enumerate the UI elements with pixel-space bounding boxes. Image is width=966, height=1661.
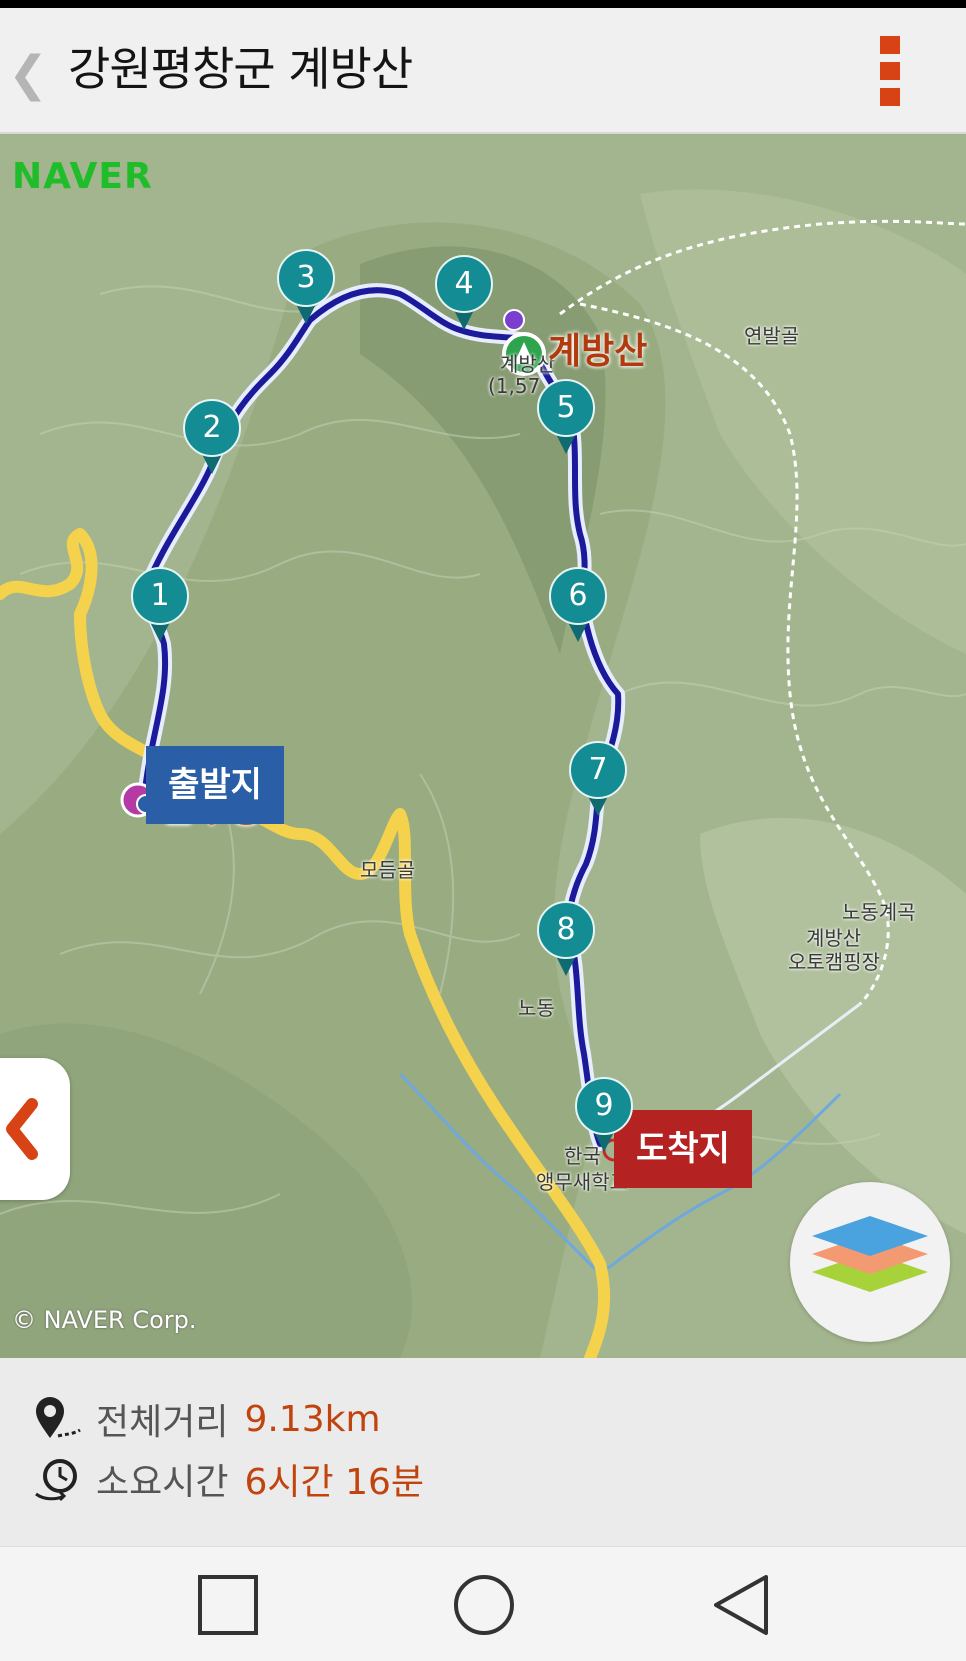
waypoint-number: 6 <box>568 578 588 613</box>
waypoint-number: 3 <box>296 260 316 295</box>
square-icon <box>198 1575 258 1635</box>
waypoint-number: 2 <box>202 410 222 445</box>
waypoint-marker[interactable]: 4 <box>434 254 494 332</box>
waypoint-number: 1 <box>150 578 170 613</box>
peak-sub-label: 계방산 <box>500 352 556 376</box>
waypoint-number: 7 <box>588 752 608 787</box>
status-bar <box>0 0 966 8</box>
recents-button[interactable] <box>196 1573 260 1637</box>
waypoint-marker[interactable]: 5 <box>536 378 596 456</box>
waypoint-marker[interactable]: 6 <box>548 566 608 644</box>
waypoint-marker[interactable]: 2 <box>182 398 242 476</box>
place-label: 계방산 <box>806 926 862 950</box>
distance-row: 전체거리 9.13km <box>30 1394 381 1444</box>
waypoint-marker[interactable]: 9 <box>574 1076 634 1154</box>
place-label: 연발골 <box>744 324 800 348</box>
naver-logo: NAVER <box>12 156 153 197</box>
distance-value: 9.13km <box>244 1398 381 1440</box>
app-header: ❮ 강원평창군 계방산 <box>0 8 966 134</box>
duration-value: 6시간 16분 <box>244 1462 425 1503</box>
more-dot <box>880 88 900 106</box>
peak-name-label: 계방산 <box>548 331 648 372</box>
end-tag: 도착지 <box>614 1110 752 1188</box>
waypoint-number: 5 <box>556 390 576 425</box>
system-nav-bar <box>0 1546 966 1661</box>
map-copyright: © NAVER Corp. <box>12 1306 197 1334</box>
distance-label: 전체거리 <box>96 1402 229 1443</box>
start-tag: 출발지 <box>146 746 284 824</box>
back-button[interactable]: ❮ <box>8 44 48 104</box>
place-label: 노동 <box>518 996 555 1020</box>
more-options-button[interactable] <box>872 36 908 112</box>
waypoint-marker[interactable]: 3 <box>276 248 336 326</box>
waypoint-number: 8 <box>556 912 576 947</box>
peak-elevation-label: (1,57 <box>488 374 541 398</box>
more-dot <box>880 62 900 80</box>
circle-icon <box>454 1575 514 1635</box>
waypoint-number: 9 <box>594 1088 614 1123</box>
nav-back-button[interactable] <box>708 1573 772 1637</box>
chevron-left-icon <box>6 1098 38 1160</box>
place-label: 노동계곡 <box>842 900 916 924</box>
route-summary-panel: 전체거리 9.13km 소요시간 6시간 16분 <box>0 1358 966 1546</box>
route-distance-icon <box>36 1397 81 1438</box>
home-button[interactable] <box>452 1573 516 1637</box>
clock-icon <box>35 1459 77 1502</box>
layers-icon <box>812 1216 928 1292</box>
page-title: 강원평창군 계방산 <box>68 42 413 96</box>
duration-label: 소요시간 <box>96 1462 229 1503</box>
waypoint-marker[interactable]: 1 <box>130 566 190 644</box>
waypoint-marker[interactable]: 8 <box>536 900 596 978</box>
waypoint-marker[interactable]: 7 <box>568 740 628 818</box>
more-vertical-icon <box>880 36 900 54</box>
collapse-panel-button[interactable] <box>0 1058 70 1200</box>
place-label: 오토캠핑장 <box>788 950 880 974</box>
map-view[interactable]: NAVER 연발골 모듬골 노동계곡 계방산 오토캠핑장 노동 한국 앵무새학교… <box>0 134 966 1358</box>
place-label: 모듬골 <box>360 858 416 882</box>
triangle-back-icon <box>714 1575 768 1635</box>
map-layers-button[interactable] <box>790 1182 950 1342</box>
waypoint-number: 4 <box>454 266 474 301</box>
duration-row: 소요시간 6시간 16분 <box>30 1454 424 1504</box>
